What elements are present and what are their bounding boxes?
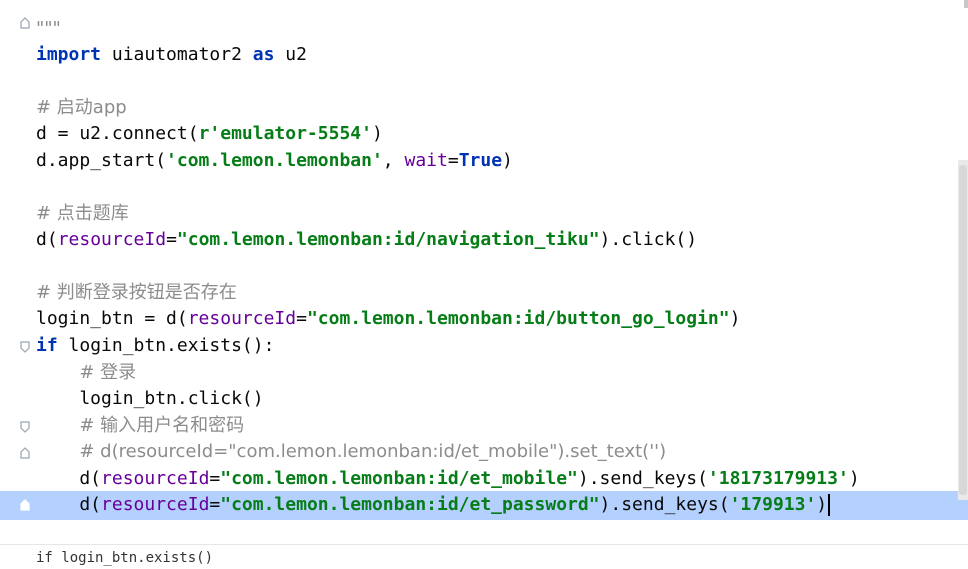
- token-txt: uiautomator2: [101, 44, 253, 65]
- error-stripe-marker: [964, 0, 968, 8]
- token-cmt: # 点击题库: [36, 203, 129, 224]
- token-txt: ): [729, 308, 741, 329]
- code-line-if-exists-line[interactable]: if login_btn.exists():: [36, 333, 274, 359]
- token-cmt: # 登录: [79, 362, 137, 383]
- token-txt: login_btn.exists():: [57, 335, 275, 356]
- token-cmt: # d(resourceId="com.lemon.lemonban:id/et…: [79, 441, 667, 462]
- breadcrumb-bar: if login_btn.exists(): [0, 544, 968, 566]
- token-str: "com.lemon.lemonban:id/button_go_login": [306, 308, 730, 329]
- token-txt: d(: [36, 468, 102, 489]
- token-txt: ): [371, 123, 383, 144]
- code-line-comment-tiku[interactable]: # 点击题库: [36, 201, 129, 227]
- token-cmt: # 启动app: [36, 97, 127, 118]
- token-param: wait: [404, 150, 448, 171]
- token-txt: login_btn.click(): [36, 388, 264, 409]
- token-txt: ).click(): [599, 229, 698, 250]
- token-txt: ): [502, 150, 513, 171]
- code-line-import-line[interactable]: import uiautomator2 as u2: [36, 42, 307, 68]
- token-txt: =: [296, 308, 307, 329]
- token-str: r'emulator-5554': [198, 123, 372, 144]
- token-cmt: # 判断登录按钮是否存在: [36, 282, 237, 303]
- code-line-mobile-line[interactable]: d(resourceId="com.lemon.lemonban:id/et_m…: [36, 466, 860, 492]
- code-line-tiku-click-line[interactable]: d(resourceId="com.lemon.lemonban:id/navi…: [36, 227, 697, 253]
- fold-end-icon[interactable]: [18, 16, 32, 30]
- token-txt: ): [816, 494, 828, 515]
- code-line-docstring-end[interactable]: """: [36, 16, 61, 42]
- token-str: 'com.lemon.lemonban': [166, 150, 383, 171]
- fold-end-icon[interactable]: [18, 446, 32, 460]
- fold-start-icon[interactable]: [18, 420, 32, 434]
- token-kw: True: [458, 150, 503, 171]
- code-line-app-start-line[interactable]: d.app_start('com.lemon.lemonban', wait=T…: [36, 148, 513, 174]
- token-str: "com.lemon.lemonban:id/et_password": [220, 494, 600, 515]
- token-txt: =: [209, 494, 221, 515]
- token-txt: d(: [36, 229, 58, 250]
- code-line-login-click-line[interactable]: login_btn.click(): [36, 386, 264, 412]
- breadcrumb[interactable]: if login_btn.exists(): [36, 548, 213, 569]
- token-txt: ).send_keys(: [577, 468, 708, 489]
- token-param: resourceId: [57, 229, 167, 250]
- token-txt: ).send_keys(: [599, 494, 730, 515]
- code-line-password-line[interactable]: d(resourceId="com.lemon.lemonban:id/et_p…: [36, 492, 831, 518]
- fold-start-icon[interactable]: [18, 340, 32, 354]
- token-param: resourceId: [187, 308, 297, 329]
- text-caret: [828, 494, 831, 516]
- token-txt: u2: [274, 44, 307, 65]
- token-txt: d = u2.connect(: [36, 123, 199, 144]
- token-cmt: # 输入用户名和密码: [79, 415, 245, 436]
- code-line-comment-login[interactable]: # 登录: [36, 360, 136, 386]
- token-param: resourceId: [101, 494, 210, 515]
- token-kw: as: [252, 44, 275, 65]
- code-line-comment-check-login[interactable]: # 判断登录按钮是否存在: [36, 280, 237, 306]
- token-str: '18173179913': [707, 468, 849, 489]
- token-kw: import: [36, 44, 102, 65]
- code-line-commented-set-text[interactable]: # d(resourceId="com.lemon.lemonban:id/et…: [36, 439, 666, 465]
- token-kw: if: [36, 335, 58, 356]
- code-editor[interactable]: """ import uiautomator2 as u2 # 启动app d = u…: [0, 0, 968, 540]
- code-line-connect-line[interactable]: d = u2.connect(r'emulator-5554'): [36, 121, 383, 147]
- token-str: "com.lemon.lemonban:id/navigation_tiku": [176, 229, 600, 250]
- token-txt: =: [209, 468, 221, 489]
- token-txt: =: [166, 229, 177, 250]
- token-str: '179913': [729, 494, 817, 515]
- token-txt: d.app_start(: [36, 150, 167, 171]
- token-txt: ): [848, 468, 860, 489]
- code-line-login-btn-assign[interactable]: login_btn = d(resourceId="com.lemon.lemo…: [36, 306, 740, 332]
- scrollbar-thumb[interactable]: [959, 165, 967, 495]
- token-txt: ,: [382, 150, 405, 171]
- code-line-comment-launch[interactable]: # 启动app: [36, 95, 127, 121]
- code-line-comment-input[interactable]: # 输入用户名和密码: [36, 413, 244, 439]
- fold-end-icon[interactable]: [18, 498, 32, 512]
- token-str: "com.lemon.lemonban:id/et_mobile": [220, 468, 578, 489]
- token-cmt: """: [36, 18, 61, 39]
- token-txt: =: [447, 150, 459, 171]
- token-txt: d(: [36, 494, 102, 515]
- token-txt: login_btn = d(: [36, 308, 188, 329]
- token-param: resourceId: [101, 468, 210, 489]
